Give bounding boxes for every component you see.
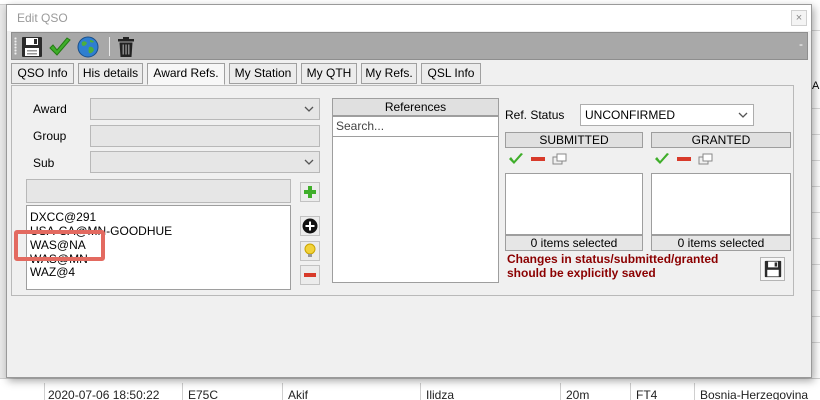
references-header: References [332, 98, 499, 116]
submitted-count: 0 items selected [505, 235, 643, 251]
trash-icon [118, 36, 134, 57]
chevron-down-icon [738, 112, 748, 118]
delete-button[interactable] [114, 35, 138, 58]
list-item[interactable]: DXCC@291 [30, 210, 96, 224]
dialog-titlebar[interactable]: Edit QSO × [7, 5, 811, 31]
hint-button[interactable] [300, 241, 320, 261]
background-grid-right: A [812, 0, 820, 400]
background-header-partial: A [812, 80, 820, 92]
plus-icon [304, 186, 316, 198]
granted-list[interactable] [651, 173, 791, 235]
tab-qso-info[interactable]: QSO Info [11, 63, 74, 84]
save-status-button[interactable] [760, 257, 785, 281]
list-item[interactable]: WAZ@4 [30, 265, 75, 279]
submitted-list[interactable] [505, 173, 643, 235]
save-button[interactable] [20, 35, 44, 58]
granted-toolbar [651, 149, 791, 171]
granted-count: 0 items selected [651, 235, 791, 251]
checkmark-icon [49, 36, 71, 56]
floppy-save-icon [22, 36, 42, 57]
references-search-input[interactable]: Search... [332, 116, 499, 137]
group-label: Group [33, 129, 67, 143]
toolbar-grip[interactable] [14, 37, 17, 55]
minus-icon[interactable] [530, 152, 546, 166]
tab-his-details[interactable]: His details [78, 63, 143, 84]
checkmark-icon[interactable] [654, 152, 670, 166]
lookup-button[interactable] [76, 35, 100, 58]
tab-my-qth[interactable]: My QTH [301, 63, 357, 84]
minimize-button[interactable]: - [799, 37, 803, 51]
group-field[interactable] [90, 125, 320, 147]
add-reference-button[interactable] [300, 182, 320, 202]
add-circle-button[interactable] [300, 216, 320, 236]
log-qth: Ilidza [426, 388, 455, 400]
tab-my-refs[interactable]: My Refs. [361, 63, 417, 84]
references-list[interactable] [332, 137, 499, 283]
chevron-down-icon [304, 159, 314, 165]
log-band: 20m [566, 388, 590, 400]
sub-label: Sub [33, 156, 55, 170]
ref-status-label: Ref. Status [505, 108, 565, 122]
save-warning: Changes in status/submitted/granted shou… [507, 252, 719, 280]
log-name: Akif [288, 388, 309, 400]
toolbar-divider [109, 37, 110, 56]
submitted-toolbar [505, 149, 643, 171]
minus-icon[interactable] [676, 152, 692, 166]
submitted-header: SUBMITTED [505, 132, 643, 148]
checkmark-icon[interactable] [508, 152, 524, 166]
edit-qso-dialog: Edit QSO × - QSO Info His details Award … [6, 4, 812, 378]
copy-icon[interactable] [552, 152, 568, 166]
award-select[interactable] [90, 98, 320, 120]
tab-my-station[interactable]: My Station [229, 63, 297, 84]
lightbulb-icon [304, 243, 316, 257]
log-country: Bosnia-Herzegovina [700, 388, 809, 400]
copy-icon[interactable] [698, 152, 714, 166]
background-log-row[interactable]: 2020-07-06 18:50:22 E75C Akif Ilidza 20m… [0, 378, 820, 400]
log-datetime: 2020-07-06 18:50:22 [48, 388, 160, 400]
highlight-annotation [14, 230, 105, 261]
award-refs-panel: Award Group Sub DXCC@291 USA-CA@MN-GOODH… [11, 85, 794, 296]
log-mode: FT4 [636, 388, 658, 400]
tab-award-refs[interactable]: Award Refs. [147, 63, 225, 85]
minus-icon [304, 273, 316, 277]
award-label: Award [33, 102, 67, 116]
globe-icon [77, 36, 99, 57]
ref-status-select[interactable]: UNCONFIRMED [580, 104, 754, 126]
sub-select[interactable] [90, 151, 320, 173]
close-button[interactable]: × [791, 10, 807, 26]
confirm-button[interactable] [48, 35, 72, 58]
reference-entry-field[interactable] [26, 179, 291, 203]
remove-reference-button[interactable] [300, 265, 320, 285]
dialog-title: Edit QSO [17, 11, 68, 25]
chevron-down-icon [304, 106, 314, 112]
log-call: E75C [188, 388, 219, 400]
toolbar: - [11, 32, 808, 60]
plus-circle-icon [302, 218, 318, 234]
tab-qsl-info[interactable]: QSL Info [421, 63, 481, 84]
floppy-save-icon [764, 260, 781, 278]
granted-header: GRANTED [651, 132, 791, 148]
